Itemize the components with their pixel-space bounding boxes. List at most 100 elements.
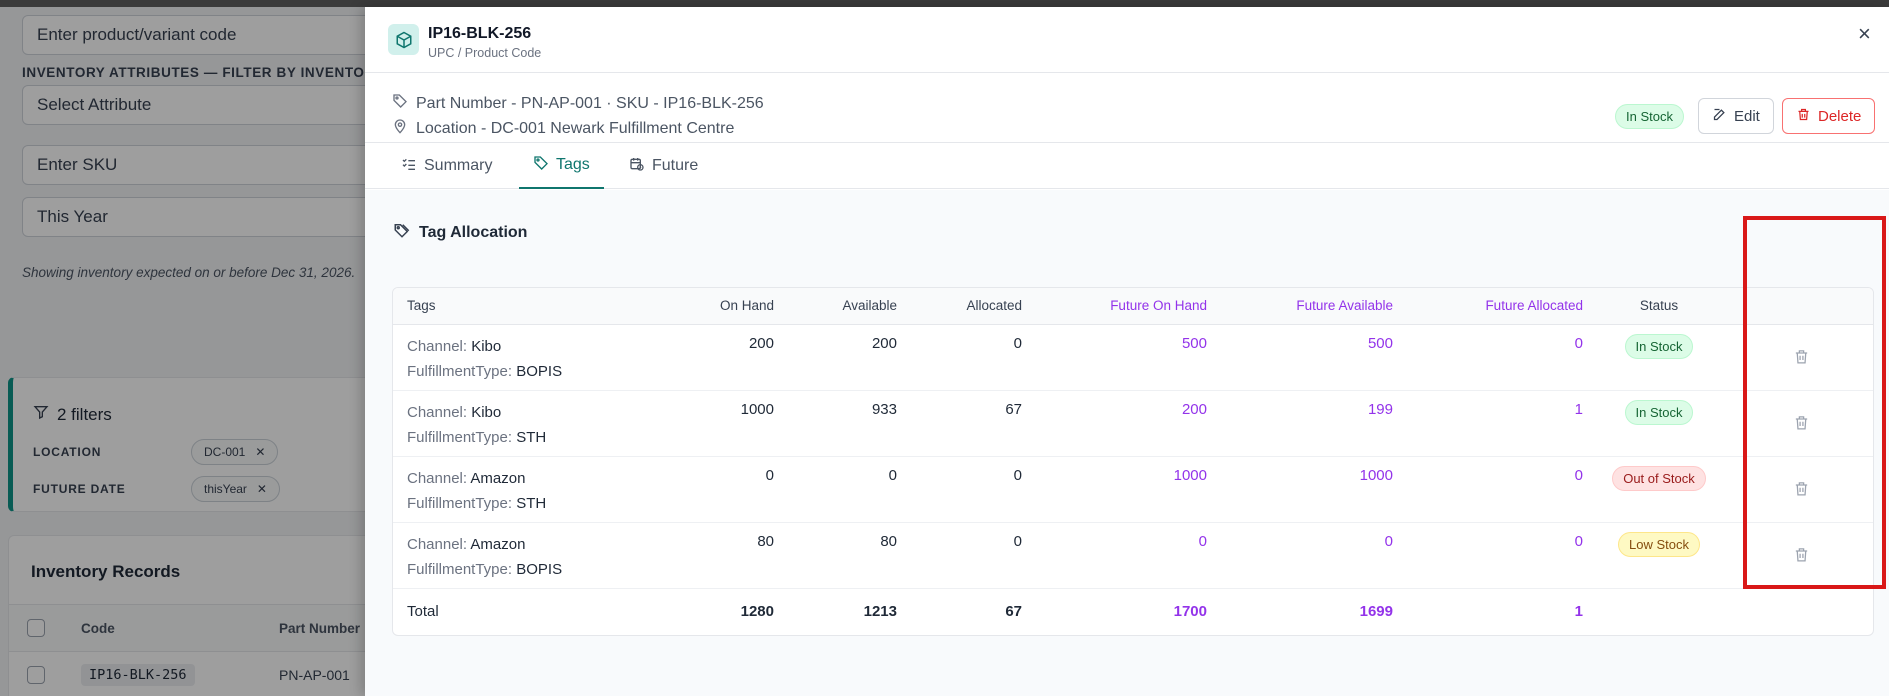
tab-tags-label: Tags (556, 156, 590, 173)
filters-count: 2 filters (57, 404, 112, 424)
future-allocated-cell: 0 (1401, 522, 1591, 589)
status-cell: Low Stock (1591, 522, 1727, 589)
status-badge: Low Stock (1618, 531, 1700, 557)
edit-button[interactable]: Edit (1698, 98, 1774, 134)
actions-cell (1727, 456, 1873, 523)
tag-icon (392, 93, 408, 114)
allocated-cell: 0 (905, 324, 1030, 391)
type-value: BOPIS (516, 560, 563, 578)
status-badge: In Stock (1615, 104, 1684, 129)
attribute-select[interactable]: Select Attribute (22, 85, 365, 125)
filter-chip-future-date[interactable]: thisYear ✕ (191, 476, 280, 502)
channel-key: Channel: (407, 337, 468, 355)
future-allocated-cell: 1 (1401, 390, 1591, 457)
filter-chip-text: thisYear (204, 482, 247, 496)
allocated-cell: 0 (905, 522, 1030, 589)
channel-value: Kibo (471, 403, 502, 421)
edit-icon (1712, 107, 1727, 126)
tab-summary[interactable]: Summary (387, 143, 506, 189)
type-key: FulfillmentType: (407, 428, 513, 446)
delete-label: Delete (1818, 107, 1862, 125)
tags-icon (393, 221, 411, 244)
code-input-placeholder: Enter product/variant code (37, 25, 237, 44)
future-available-cell: 500 (1215, 324, 1401, 391)
channel-key: Channel: (407, 535, 468, 553)
available-cell: 80 (782, 522, 905, 589)
allocated-cell: 0 (905, 456, 1030, 523)
channel-value: Amazon (470, 469, 526, 487)
row-checkbox[interactable] (27, 666, 45, 684)
date-select-value: This Year (37, 207, 108, 226)
tag-allocation-table: Tags On Hand Available Allocated Future … (392, 287, 1874, 636)
trash-icon (1796, 107, 1811, 126)
status-cell: In Stock (1591, 390, 1727, 457)
total-actions-empty (1727, 587, 1873, 634)
edit-label: Edit (1734, 107, 1760, 125)
channel-value: Kibo (471, 337, 502, 355)
tabs-bar: Summary Tags Future (365, 142, 1889, 189)
future-allocated-cell: 0 (1401, 324, 1591, 391)
future-on-hand-cell: 500 (1030, 324, 1215, 391)
future-allocated-cell: 0 (1401, 456, 1591, 523)
detail-drawer: IP16-BLK-256 UPC / Product Code × Part N… (365, 7, 1889, 696)
filters-title[interactable]: 2 filters (33, 404, 112, 425)
part-sku-line: Part Number - PN-AP-001 · SKU - IP16-BLK… (392, 93, 764, 114)
record-code[interactable]: IP16-BLK-256 (81, 664, 195, 686)
trash-icon[interactable] (1793, 349, 1810, 370)
total-future-available: 1699 (1215, 587, 1401, 634)
status-badge: Out of Stock (1612, 465, 1706, 491)
filter-chip-location[interactable]: DC-001 ✕ (191, 439, 279, 465)
type-value: BOPIS (516, 362, 563, 380)
tab-tags[interactable]: Tags (519, 143, 604, 189)
tab-future[interactable]: Future (615, 143, 712, 189)
col-actions (1727, 288, 1873, 325)
filter-icon (33, 404, 49, 425)
total-allocated: 67 (905, 587, 1030, 634)
tags-cell: Channel: Kibo FulfillmentType: STH (393, 390, 633, 457)
on-hand-cell: 200 (633, 324, 782, 391)
total-on-hand: 1280 (633, 587, 782, 634)
sku-input[interactable]: Enter SKU (22, 145, 365, 185)
filters-card: 2 filters LOCATION DC-001 ✕ FUTURE DATE t… (8, 377, 365, 512)
close-icon[interactable]: × (1858, 21, 1871, 47)
date-select[interactable]: This Year (22, 197, 365, 237)
status-cell: Out of Stock (1591, 456, 1727, 523)
status-badge: In Stock (1624, 399, 1694, 425)
tag-icon (533, 155, 549, 176)
code-input[interactable]: Enter product/variant code (22, 15, 365, 55)
future-on-hand-cell: 1000 (1030, 456, 1215, 523)
select-all-checkbox[interactable] (27, 619, 45, 637)
col-future-allocated: Future Allocated (1401, 288, 1591, 325)
table-row: Channel: Amazon FulfillmentType: STH 0 0… (393, 456, 1873, 523)
type-value: STH (516, 494, 547, 512)
tab-summary-label: Summary (424, 157, 493, 174)
trash-icon[interactable] (1793, 547, 1810, 568)
drawer-header: IP16-BLK-256 UPC / Product Code × (365, 7, 1889, 73)
allocated-cell: 67 (905, 390, 1030, 457)
total-future-on-hand: 1700 (1030, 587, 1215, 634)
trash-icon[interactable] (1793, 481, 1810, 502)
col-future-on-hand: Future On Hand (1030, 288, 1215, 325)
date-note: Showing inventory expected on or before … (22, 265, 356, 280)
drawer-title: IP16-BLK-256 (428, 25, 532, 42)
on-hand-cell: 0 (633, 456, 782, 523)
table-row: Channel: Kibo FulfillmentType: BOPIS 200… (393, 324, 1873, 391)
future-on-hand-cell: 0 (1030, 522, 1215, 589)
close-icon[interactable]: ✕ (255, 445, 265, 459)
tags-cell: Channel: Kibo FulfillmentType: BOPIS (393, 324, 633, 391)
available-cell: 200 (782, 324, 905, 391)
col-future-available: Future Available (1215, 288, 1401, 325)
part-sku-text: Part Number - PN-AP-001 · SKU - IP16-BLK… (416, 94, 764, 112)
records-title: Inventory Records (31, 562, 181, 581)
col-on-hand: On Hand (633, 288, 782, 325)
col-tags: Tags (393, 288, 633, 325)
total-available: 1213 (782, 587, 905, 634)
trash-icon[interactable] (1793, 415, 1810, 436)
drawer-subtitle: UPC / Product Code (428, 46, 542, 60)
close-icon[interactable]: ✕ (257, 482, 267, 496)
col-status: Status (1591, 288, 1727, 325)
location-line: Location - DC-001 Newark Fulfillment Cen… (392, 118, 734, 139)
section-title-text: Tag Allocation (419, 223, 528, 241)
records-header: Code Part Number (9, 604, 365, 652)
delete-button[interactable]: Delete (1782, 98, 1876, 134)
